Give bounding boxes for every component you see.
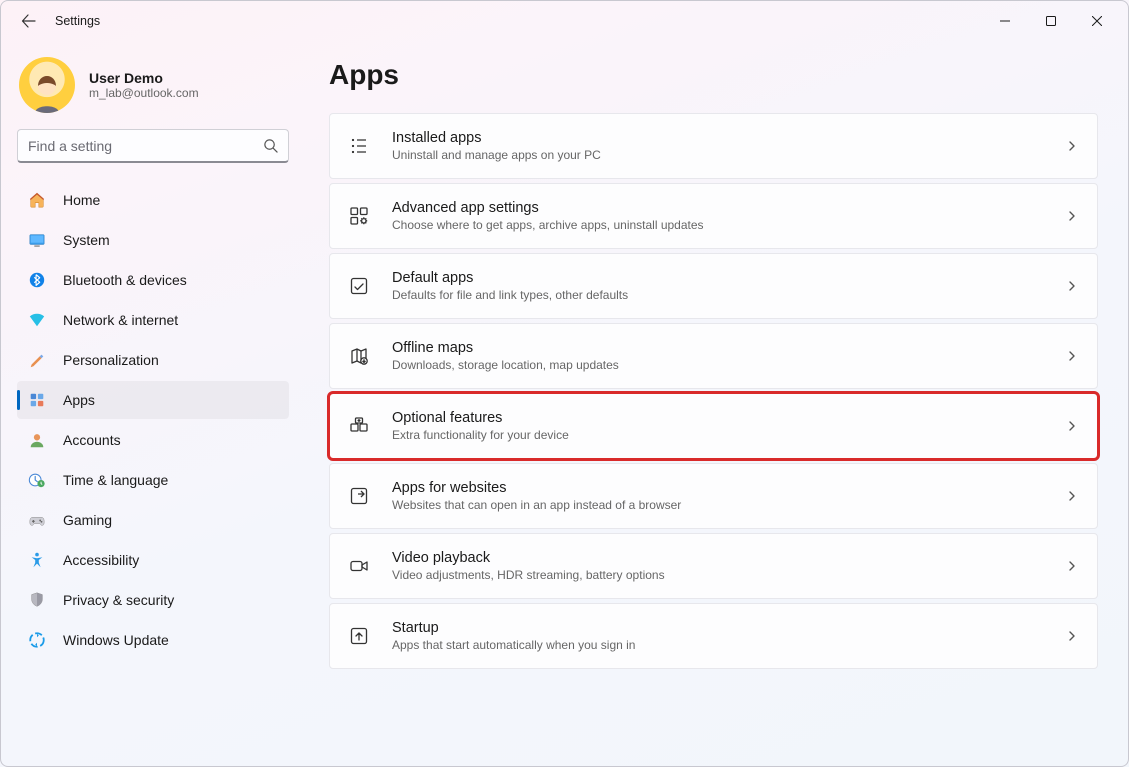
- sidebar-item-label: Personalization: [63, 352, 159, 368]
- privacy-icon: [27, 590, 47, 610]
- sidebar-item-gaming[interactable]: Gaming: [17, 501, 289, 539]
- minimize-icon: [1000, 16, 1010, 26]
- sidebar-item-label: Home: [63, 192, 100, 208]
- chevron-right-icon: [1065, 559, 1079, 573]
- sidebar-item-label: Windows Update: [63, 632, 169, 648]
- websites-icon: [348, 485, 370, 507]
- card-installed[interactable]: Installed apps Uninstall and manage apps …: [329, 113, 1098, 179]
- system-icon: [27, 230, 47, 250]
- search-icon: [263, 138, 278, 153]
- account-email: m_lab@outlook.com: [89, 86, 199, 100]
- avatar: [19, 57, 75, 113]
- chevron-right-icon: [1065, 139, 1079, 153]
- chevron-right-icon: [1065, 349, 1079, 363]
- update-icon: [27, 630, 47, 650]
- chevron-right-icon: [1065, 489, 1079, 503]
- card-title: Optional features: [392, 410, 1043, 426]
- sidebar-item-home[interactable]: Home: [17, 181, 289, 219]
- search-box[interactable]: [17, 129, 289, 163]
- sidebar-item-label: Bluetooth & devices: [63, 272, 187, 288]
- sidebar-item-network[interactable]: Network & internet: [17, 301, 289, 339]
- maximize-icon: [1046, 16, 1056, 26]
- arrow-left-icon: [21, 13, 37, 29]
- sidebar-item-label: Network & internet: [63, 312, 178, 328]
- default-icon: [348, 275, 370, 297]
- account-name: User Demo: [89, 70, 199, 86]
- close-icon: [1092, 16, 1102, 26]
- card-video[interactable]: Video playback Video adjustments, HDR str…: [329, 533, 1098, 599]
- advanced-icon: [348, 205, 370, 227]
- card-title: Startup: [392, 620, 1043, 636]
- card-title: Video playback: [392, 550, 1043, 566]
- network-icon: [27, 310, 47, 330]
- card-advanced[interactable]: Advanced app settings Choose where to get…: [329, 183, 1098, 249]
- titlebar: Settings: [1, 1, 1128, 41]
- card-desc: Uninstall and manage apps on your PC: [392, 148, 1043, 162]
- minimize-button[interactable]: [982, 1, 1028, 41]
- card-optional[interactable]: Optional features Extra functionality for…: [329, 393, 1098, 459]
- time-icon: [27, 470, 47, 490]
- card-desc: Websites that can open in an app instead…: [392, 498, 1043, 512]
- search-input[interactable]: [28, 138, 263, 154]
- offline-icon: [348, 345, 370, 367]
- sidebar-item-update[interactable]: Windows Update: [17, 621, 289, 659]
- optional-icon: [348, 415, 370, 437]
- card-desc: Downloads, storage location, map updates: [392, 358, 1043, 372]
- sidebar-item-label: Accounts: [63, 432, 121, 448]
- sidebar-item-personalization[interactable]: Personalization: [17, 341, 289, 379]
- sidebar-item-apps[interactable]: Apps: [17, 381, 289, 419]
- card-title: Default apps: [392, 270, 1043, 286]
- card-title: Apps for websites: [392, 480, 1043, 496]
- home-icon: [27, 190, 47, 210]
- sidebar-item-system[interactable]: System: [17, 221, 289, 259]
- sidebar-item-label: System: [63, 232, 110, 248]
- chevron-right-icon: [1065, 419, 1079, 433]
- card-desc: Apps that start automatically when you s…: [392, 638, 1043, 652]
- video-icon: [348, 555, 370, 577]
- account-block[interactable]: User Demo m_lab@outlook.com: [17, 53, 289, 125]
- chevron-right-icon: [1065, 629, 1079, 643]
- nav-list: Home System Bluetooth & devices Network & i…: [17, 181, 289, 659]
- sidebar-item-accounts[interactable]: Accounts: [17, 421, 289, 459]
- main-content: Apps Installed apps Uninstall and manage …: [301, 41, 1128, 766]
- maximize-button[interactable]: [1028, 1, 1074, 41]
- personalization-icon: [27, 350, 47, 370]
- accounts-icon: [27, 430, 47, 450]
- card-desc: Choose where to get apps, archive apps, …: [392, 218, 1043, 232]
- card-default[interactable]: Default apps Defaults for file and link t…: [329, 253, 1098, 319]
- bluetooth-icon: [27, 270, 47, 290]
- gaming-icon: [27, 510, 47, 530]
- card-startup[interactable]: Startup Apps that start automatically whe…: [329, 603, 1098, 669]
- accessibility-icon: [27, 550, 47, 570]
- sidebar-item-label: Time & language: [63, 472, 168, 488]
- card-title: Offline maps: [392, 340, 1043, 356]
- sidebar-item-label: Gaming: [63, 512, 112, 528]
- card-title: Installed apps: [392, 130, 1043, 146]
- card-offline[interactable]: Offline maps Downloads, storage location,…: [329, 323, 1098, 389]
- card-list: Installed apps Uninstall and manage apps …: [329, 113, 1098, 669]
- card-desc: Defaults for file and link types, other …: [392, 288, 1043, 302]
- installed-icon: [348, 135, 370, 157]
- sidebar-item-bluetooth[interactable]: Bluetooth & devices: [17, 261, 289, 299]
- close-button[interactable]: [1074, 1, 1120, 41]
- avatar-person-icon: [25, 69, 69, 113]
- startup-icon: [348, 625, 370, 647]
- sidebar-item-time[interactable]: Time & language: [17, 461, 289, 499]
- back-button[interactable]: [9, 1, 49, 41]
- window-title: Settings: [55, 14, 100, 28]
- page-title: Apps: [329, 59, 1098, 91]
- sidebar-item-label: Privacy & security: [63, 592, 174, 608]
- sidebar: User Demo m_lab@outlook.com Home System Bl…: [1, 41, 301, 766]
- chevron-right-icon: [1065, 279, 1079, 293]
- card-websites[interactable]: Apps for websites Websites that can open …: [329, 463, 1098, 529]
- card-desc: Extra functionality for your device: [392, 428, 1043, 442]
- sidebar-item-privacy[interactable]: Privacy & security: [17, 581, 289, 619]
- chevron-right-icon: [1065, 209, 1079, 223]
- apps-icon: [27, 390, 47, 410]
- sidebar-item-label: Accessibility: [63, 552, 139, 568]
- card-desc: Video adjustments, HDR streaming, batter…: [392, 568, 1043, 582]
- sidebar-item-accessibility[interactable]: Accessibility: [17, 541, 289, 579]
- card-title: Advanced app settings: [392, 200, 1043, 216]
- sidebar-item-label: Apps: [63, 392, 95, 408]
